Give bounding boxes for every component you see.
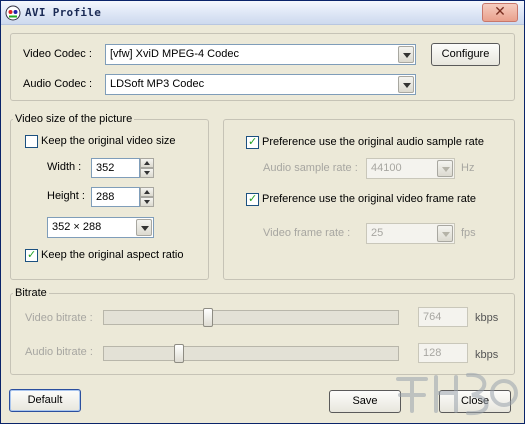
keep-aspect-ratio-label: Keep the original aspect ratio xyxy=(41,249,184,261)
audio-bitrate-value: 128 xyxy=(423,347,442,359)
sample-rate-label: Audio sample rate : xyxy=(263,162,358,174)
height-spinner[interactable] xyxy=(140,187,154,207)
width-value: 352 xyxy=(96,162,115,174)
frame-rate-value: 25 xyxy=(371,227,384,239)
watermark-logo-icon xyxy=(396,372,518,416)
audio-codec-value: LDSoft MP3 Codec xyxy=(110,78,205,90)
pref-audio-rate-checkbox[interactable] xyxy=(246,135,259,149)
frame-rate-unit: fps xyxy=(461,227,476,239)
save-button[interactable]: Save xyxy=(329,390,401,413)
audio-bitrate-slider-thumb[interactable] xyxy=(174,344,184,363)
keep-original-size-checkbox[interactable] xyxy=(25,135,38,148)
sample-rate-select[interactable]: 44100 xyxy=(366,158,455,179)
height-label: Height : xyxy=(47,190,85,202)
video-codec-value: [vfw] XviD MPEG-4 Codec xyxy=(110,48,239,60)
chevron-down-icon[interactable] xyxy=(437,160,453,177)
video-size-group-title: Video size of the picture xyxy=(13,113,135,125)
bitrate-group-title: Bitrate xyxy=(13,287,49,299)
audio-bitrate-slider[interactable] xyxy=(103,344,399,363)
default-button[interactable]: Default xyxy=(9,389,81,412)
video-codec-select[interactable]: [vfw] XviD MPEG-4 Codec xyxy=(105,44,416,65)
keep-original-size-label: Keep the original video size xyxy=(41,135,176,147)
video-bitrate-slider[interactable] xyxy=(103,308,399,327)
frame-rate-label: Video frame rate : xyxy=(263,227,351,239)
audio-codec-select[interactable]: LDSoft MP3 Codec xyxy=(105,74,416,95)
avi-profile-window: AVI Profile ✕ Video Codec : [vfw] XviD M… xyxy=(0,0,525,424)
video-bitrate-label: Video bitrate : xyxy=(25,312,93,324)
video-bitrate-input[interactable]: 764 xyxy=(418,307,468,327)
video-bitrate-unit: kbps xyxy=(475,312,499,324)
pref-audio-rate-label: Preference use the original audio sample… xyxy=(262,136,484,148)
app-logo-icon xyxy=(5,5,21,21)
title-bar: AVI Profile ✕ xyxy=(1,1,524,25)
width-input[interactable]: 352 xyxy=(91,158,140,178)
frame-rate-select[interactable]: 25 xyxy=(366,223,455,244)
pref-frame-rate-checkbox[interactable] xyxy=(246,192,259,206)
close-icon[interactable]: ✕ xyxy=(482,3,518,22)
sample-rate-unit: Hz xyxy=(461,162,475,174)
audio-bitrate-unit: kbps xyxy=(475,349,499,361)
configure-button[interactable]: Configure xyxy=(431,43,500,66)
height-input[interactable]: 288 xyxy=(91,187,140,207)
size-preset-value: 352 × 288 xyxy=(52,221,102,233)
height-value: 288 xyxy=(96,191,115,203)
chevron-down-icon[interactable] xyxy=(398,76,414,93)
keep-aspect-ratio-checkbox[interactable] xyxy=(25,248,38,262)
size-preset-select[interactable]: 352 × 288 xyxy=(47,217,154,238)
video-bitrate-value: 764 xyxy=(423,311,442,323)
sample-rate-value: 44100 xyxy=(371,162,402,174)
video-bitrate-slider-thumb[interactable] xyxy=(203,308,213,327)
spin-down-icon[interactable] xyxy=(140,197,154,207)
pref-frame-rate-label: Preference use the original video frame … xyxy=(262,193,477,205)
audio-bitrate-input[interactable]: 128 xyxy=(418,343,468,363)
video-codec-label: Video Codec : xyxy=(23,48,92,60)
spin-up-icon[interactable] xyxy=(140,158,154,168)
chevron-down-icon[interactable] xyxy=(398,46,414,63)
chevron-down-icon[interactable] xyxy=(437,225,453,242)
spin-down-icon[interactable] xyxy=(140,168,154,178)
width-label: Width : xyxy=(47,161,82,173)
chevron-down-icon[interactable] xyxy=(136,219,152,236)
audio-codec-label: Audio Codec : xyxy=(23,78,93,90)
width-spinner[interactable] xyxy=(140,158,154,178)
spin-up-icon[interactable] xyxy=(140,187,154,197)
window-title: AVI Profile xyxy=(25,6,102,19)
audio-bitrate-label: Audio bitrate : xyxy=(25,346,93,358)
